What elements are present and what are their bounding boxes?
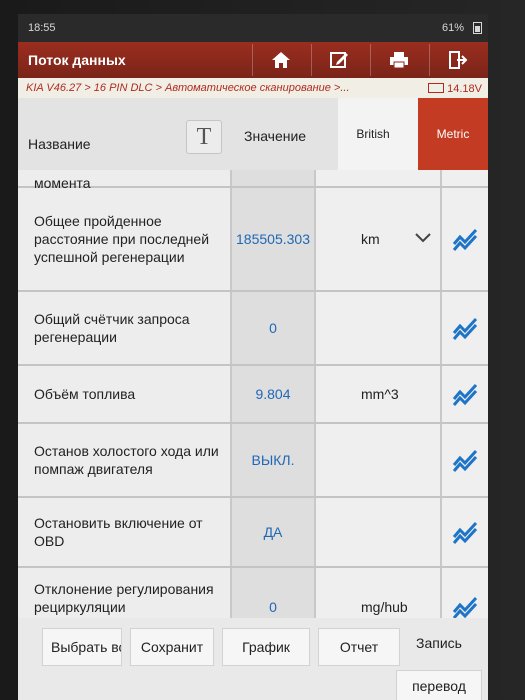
breadcrumb-path: KIA V46.27 > 16 PIN DLC > Автоматическое… <box>26 82 350 94</box>
battery-voltage-icon <box>428 83 445 93</box>
unit-dropdown[interactable]: km <box>314 188 440 290</box>
table-row: момента <box>18 170 488 191</box>
parameter-name: Отклонение регулирования рециркуляции <box>18 568 230 618</box>
graph-toggle[interactable] <box>440 188 488 290</box>
unit-toggle: British Metric <box>338 98 488 170</box>
toolbar-actions <box>250 44 486 76</box>
parameter-unit <box>314 292 440 364</box>
graph-toggle[interactable] <box>440 568 488 618</box>
exit-button[interactable] <box>429 44 486 76</box>
status-bar: 18:55 61% <box>18 14 488 42</box>
battery-level: 61% <box>441 22 464 34</box>
tablet-frame: 18:55 61% Поток данных KIA V46.27 > 16 P… <box>0 0 525 700</box>
parameter-unit <box>314 498 440 566</box>
status-time: 18:55 <box>28 22 56 34</box>
page-title: Поток данных <box>28 52 126 68</box>
exit-icon <box>449 51 468 69</box>
screen: 18:55 61% Поток данных KIA V46.27 > 16 P… <box>18 14 488 700</box>
edit-icon <box>330 52 348 68</box>
parameter-name: Остановить включение от OBD <box>18 498 230 566</box>
chart-icon <box>452 317 478 340</box>
parameter-name: Останов холостого хода или помпаж двигат… <box>18 424 230 496</box>
column-name-header: Название <box>28 136 91 152</box>
metric-units-button[interactable]: Metric <box>418 98 488 170</box>
graph-toggle[interactable] <box>440 498 488 566</box>
chart-icon <box>452 383 478 406</box>
chart-icon <box>452 521 478 544</box>
parameter-value: 185505.303 <box>230 188 314 290</box>
table-row[interactable]: Общий счётчик запроса регенерации 0 <box>18 292 488 366</box>
graph-toggle[interactable] <box>440 424 488 496</box>
graph-toggle[interactable] <box>440 292 488 364</box>
parameter-name: Объём топлива <box>18 366 230 422</box>
table-row[interactable]: Останов холостого хода или помпаж двигат… <box>18 424 488 498</box>
chart-cell <box>440 170 488 186</box>
home-button[interactable] <box>252 44 309 76</box>
parameter-unit: mg/hub <box>314 568 440 618</box>
parameter-name: момента <box>18 170 230 191</box>
battery-icon <box>473 22 482 34</box>
report-button[interactable]: Отчет <box>318 628 400 666</box>
record-button[interactable]: Запись <box>398 624 480 662</box>
print-icon <box>390 52 408 69</box>
column-value-header: Значение <box>244 128 307 144</box>
bottom-toolbar: Выбрать все Сохранит График Отчет Запись… <box>18 618 488 700</box>
text-size-button[interactable]: T <box>186 120 222 154</box>
translate-button[interactable]: перевод <box>396 670 482 700</box>
chart-icon <box>452 228 478 251</box>
parameter-value: ДА <box>230 498 314 566</box>
chart-icon <box>452 596 478 618</box>
app-bar: Поток данных <box>18 42 488 78</box>
breadcrumb: KIA V46.27 > 16 PIN DLC > Автоматическое… <box>18 78 488 99</box>
parameter-name: Общее пройденное расстояние при последне… <box>18 188 230 290</box>
chevron-down-icon <box>415 233 431 243</box>
parameter-unit <box>314 424 440 496</box>
data-stream-table: момента Общее пройденное расстояние при … <box>18 170 488 618</box>
voltage-readout: 14.18V <box>428 82 482 95</box>
table-row[interactable]: Объём топлива 9.804 mm^3 <box>18 366 488 424</box>
select-all-button[interactable]: Выбрать все <box>42 628 122 666</box>
table-header: Название T Значение British Metric <box>18 98 488 171</box>
print-button[interactable] <box>370 44 427 76</box>
graph-toggle[interactable] <box>440 366 488 422</box>
table-row[interactable]: Остановить включение от OBD ДА <box>18 498 488 568</box>
parameter-value: 0 <box>230 568 314 618</box>
parameter-unit: mm^3 <box>314 366 440 422</box>
edit-button[interactable] <box>311 44 368 76</box>
parameter-value <box>230 170 314 186</box>
parameter-value: 9.804 <box>230 366 314 422</box>
british-units-button[interactable]: British <box>338 98 408 170</box>
text-icon: T <box>196 123 212 150</box>
parameter-value: ВЫКЛ. <box>230 424 314 496</box>
table-row[interactable]: Общее пройденное расстояние при последне… <box>18 188 488 292</box>
home-icon <box>272 52 290 68</box>
chart-icon <box>452 449 478 472</box>
table-row[interactable]: Отклонение регулирования рециркуляции 0 … <box>18 568 488 618</box>
parameter-unit <box>314 170 440 186</box>
save-button[interactable]: Сохранит <box>130 628 214 666</box>
parameter-unit: km <box>361 231 380 247</box>
parameter-name: Общий счётчик запроса регенерации <box>18 292 230 364</box>
parameter-value: 0 <box>230 292 314 364</box>
graph-button[interactable]: График <box>222 628 310 666</box>
